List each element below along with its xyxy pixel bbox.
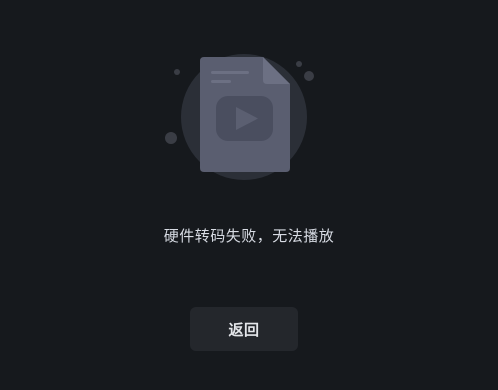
document-line <box>211 80 231 83</box>
video-file-error-icon <box>165 54 314 180</box>
document-line <box>211 71 249 74</box>
decor-dot <box>304 71 314 81</box>
playback-error-page: 硬件转码失败，无法播放 返回 <box>0 0 498 390</box>
error-message: 硬件转码失败，无法播放 <box>163 227 335 245</box>
decor-dot <box>174 69 180 75</box>
decor-dot <box>165 132 177 144</box>
back-button[interactable]: 返回 <box>190 307 298 351</box>
decor-dot <box>296 61 302 67</box>
